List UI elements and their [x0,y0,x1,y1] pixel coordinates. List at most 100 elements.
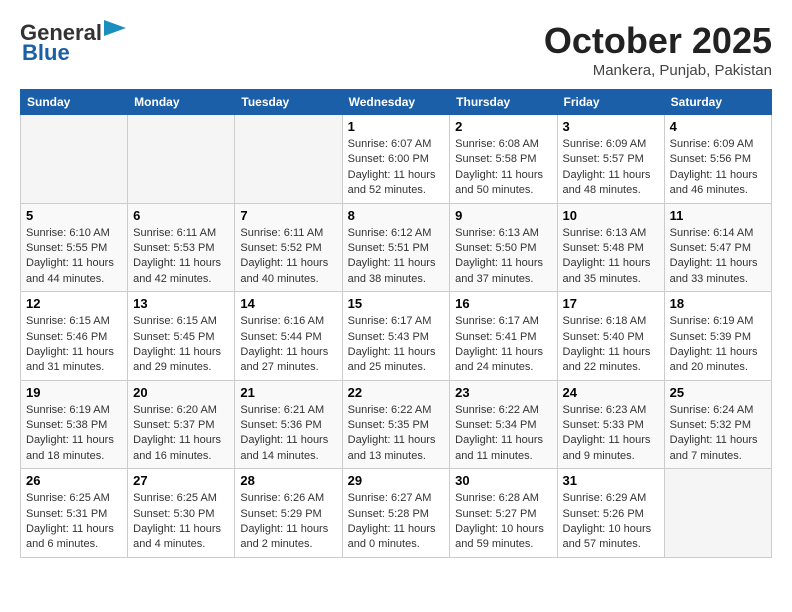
day-info: Sunrise: 6:13 AM Sunset: 5:48 PM Dayligh… [563,226,659,288]
day-cell-28: 28Sunrise: 6:26 AM Sunset: 5:29 PM Dayli… [235,469,342,558]
weekday-header-saturday: Saturday [664,90,771,115]
day-cell-29: 29Sunrise: 6:27 AM Sunset: 5:28 PM Dayli… [342,469,450,558]
page-header: General Blue October 2025 Mankera, Punja… [20,20,772,79]
day-number: 13 [133,296,229,311]
day-info: Sunrise: 6:23 AM Sunset: 5:33 PM Dayligh… [563,403,659,465]
calendar-table: SundayMondayTuesdayWednesdayThursdayFrid… [20,89,772,558]
day-number: 2 [455,119,551,134]
week-row-5: 26 Sunrise: 6:25 AM Sunset: 5:31 PM Dayli… [21,469,772,558]
day-info: Sunrise: 6:24 AM Sunset: 5:32 PM Dayligh… [670,403,766,465]
week-row-1: 1 Sunrise: 6:07 AM Sunset: 6:00 PM Daylig… [21,115,772,204]
day-info: Sunrise: 6:22 AM Sunset: 5:35 PM Dayligh… [348,403,445,465]
title-block: October 2025 Mankera, Punjab, Pakistan [544,20,772,79]
day-cell-30: 30 Sunrise: 6:28 AM Sunset: 5:27 PM Dayli… [450,469,557,558]
day-info: Sunrise: 6:15 AM Sunset: 5:46 PM Dayligh… [26,314,122,376]
week-row-3: 12Sunrise: 6:15 AM Sunset: 5:46 PM Dayli… [21,292,772,381]
day-cell-24: 24 Sunrise: 6:23 AM Sunset: 5:33 PM Dayli… [557,380,664,469]
day-number: 28 [240,473,336,488]
day-info: Sunrise: 6:15 AM Sunset: 5:45 PM Dayligh… [133,314,229,376]
day-number: 26 [26,473,122,488]
day-info: Sunrise: 6:07 AM Sunset: 6:00 PM Dayligh… [348,137,445,199]
day-number: 14 [240,296,336,311]
day-number: 4 [670,119,766,134]
day-info: Sunrise: 6:28 AM Sunset: 5:27 PM Dayligh… [455,491,551,553]
empty-cell [664,469,771,558]
day-cell-19: 19 Sunrise: 6:19 AM Sunset: 5:38 PM Dayli… [21,380,128,469]
weekday-header-sunday: Sunday [21,90,128,115]
day-number: 11 [670,208,766,223]
day-number: 8 [348,208,445,223]
day-number: 27 [133,473,229,488]
logo-blue: Blue [22,40,70,66]
weekday-header-thursday: Thursday [450,90,557,115]
day-cell-3: 3 Sunrise: 6:09 AM Sunset: 5:57 PM Daylig… [557,115,664,204]
day-info: Sunrise: 6:18 AM Sunset: 5:40 PM Dayligh… [563,314,659,376]
weekday-header-monday: Monday [128,90,235,115]
day-cell-23: 23Sunrise: 6:22 AM Sunset: 5:34 PM Dayli… [450,380,557,469]
day-number: 15 [348,296,445,311]
day-info: Sunrise: 6:27 AM Sunset: 5:28 PM Dayligh… [348,491,445,553]
day-cell-22: 22 Sunrise: 6:22 AM Sunset: 5:35 PM Dayli… [342,380,450,469]
day-cell-27: 27 Sunrise: 6:25 AM Sunset: 5:30 PM Dayli… [128,469,235,558]
day-number: 5 [26,208,122,223]
day-info: Sunrise: 6:16 AM Sunset: 5:44 PM Dayligh… [240,314,336,376]
day-cell-6: 6 Sunrise: 6:11 AM Sunset: 5:53 PM Daylig… [128,203,235,292]
day-info: Sunrise: 6:12 AM Sunset: 5:51 PM Dayligh… [348,226,445,288]
day-cell-7: 7 Sunrise: 6:11 AM Sunset: 5:52 PM Daylig… [235,203,342,292]
day-cell-11: 11 Sunrise: 6:14 AM Sunset: 5:47 PM Dayli… [664,203,771,292]
day-info: Sunrise: 6:11 AM Sunset: 5:53 PM Dayligh… [133,226,229,288]
day-info: Sunrise: 6:14 AM Sunset: 5:47 PM Dayligh… [670,226,766,288]
day-number: 7 [240,208,336,223]
day-number: 30 [455,473,551,488]
day-info: Sunrise: 6:17 AM Sunset: 5:43 PM Dayligh… [348,314,445,376]
day-cell-12: 12Sunrise: 6:15 AM Sunset: 5:46 PM Dayli… [21,292,128,381]
day-number: 22 [348,385,445,400]
day-info: Sunrise: 6:21 AM Sunset: 5:36 PM Dayligh… [240,403,336,465]
week-row-2: 5 Sunrise: 6:10 AM Sunset: 5:55 PM Daylig… [21,203,772,292]
logo: General Blue [20,20,126,66]
day-cell-10: 10 Sunrise: 6:13 AM Sunset: 5:48 PM Dayli… [557,203,664,292]
day-info: Sunrise: 6:09 AM Sunset: 5:56 PM Dayligh… [670,137,766,199]
day-info: Sunrise: 6:11 AM Sunset: 5:52 PM Dayligh… [240,226,336,288]
weekday-header-wednesday: Wednesday [342,90,450,115]
day-cell-26: 26 Sunrise: 6:25 AM Sunset: 5:31 PM Dayli… [21,469,128,558]
day-cell-31: 31Sunrise: 6:29 AM Sunset: 5:26 PM Dayli… [557,469,664,558]
day-number: 24 [563,385,659,400]
day-info: Sunrise: 6:29 AM Sunset: 5:26 PM Dayligh… [563,491,659,553]
day-cell-1: 1 Sunrise: 6:07 AM Sunset: 6:00 PM Daylig… [342,115,450,204]
weekday-header-row: SundayMondayTuesdayWednesdayThursdayFrid… [21,90,772,115]
day-cell-21: 21 Sunrise: 6:21 AM Sunset: 5:36 PM Dayli… [235,380,342,469]
day-number: 10 [563,208,659,223]
day-number: 18 [670,296,766,311]
day-info: Sunrise: 6:13 AM Sunset: 5:50 PM Dayligh… [455,226,551,288]
day-number: 21 [240,385,336,400]
month-title: October 2025 [544,20,772,62]
weekday-header-friday: Friday [557,90,664,115]
day-info: Sunrise: 6:25 AM Sunset: 5:30 PM Dayligh… [133,491,229,553]
day-cell-9: 9Sunrise: 6:13 AM Sunset: 5:50 PM Daylig… [450,203,557,292]
day-cell-18: 18 Sunrise: 6:19 AM Sunset: 5:39 PM Dayli… [664,292,771,381]
day-info: Sunrise: 6:19 AM Sunset: 5:38 PM Dayligh… [26,403,122,465]
day-info: Sunrise: 6:10 AM Sunset: 5:55 PM Dayligh… [26,226,122,288]
day-number: 25 [670,385,766,400]
day-number: 17 [563,296,659,311]
day-number: 20 [133,385,229,400]
day-info: Sunrise: 6:17 AM Sunset: 5:41 PM Dayligh… [455,314,551,376]
day-info: Sunrise: 6:20 AM Sunset: 5:37 PM Dayligh… [133,403,229,465]
empty-cell [235,115,342,204]
day-info: Sunrise: 6:19 AM Sunset: 5:39 PM Dayligh… [670,314,766,376]
day-cell-17: 17 Sunrise: 6:18 AM Sunset: 5:40 PM Dayli… [557,292,664,381]
day-number: 19 [26,385,122,400]
day-cell-13: 13 Sunrise: 6:15 AM Sunset: 5:45 PM Dayli… [128,292,235,381]
day-info: Sunrise: 6:09 AM Sunset: 5:57 PM Dayligh… [563,137,659,199]
empty-cell [128,115,235,204]
day-info: Sunrise: 6:08 AM Sunset: 5:58 PM Dayligh… [455,137,551,199]
day-number: 1 [348,119,445,134]
day-info: Sunrise: 6:25 AM Sunset: 5:31 PM Dayligh… [26,491,122,553]
day-cell-5: 5 Sunrise: 6:10 AM Sunset: 5:55 PM Daylig… [21,203,128,292]
empty-cell [21,115,128,204]
day-number: 6 [133,208,229,223]
logo-icon [104,20,126,42]
day-number: 3 [563,119,659,134]
day-cell-25: 25 Sunrise: 6:24 AM Sunset: 5:32 PM Dayli… [664,380,771,469]
